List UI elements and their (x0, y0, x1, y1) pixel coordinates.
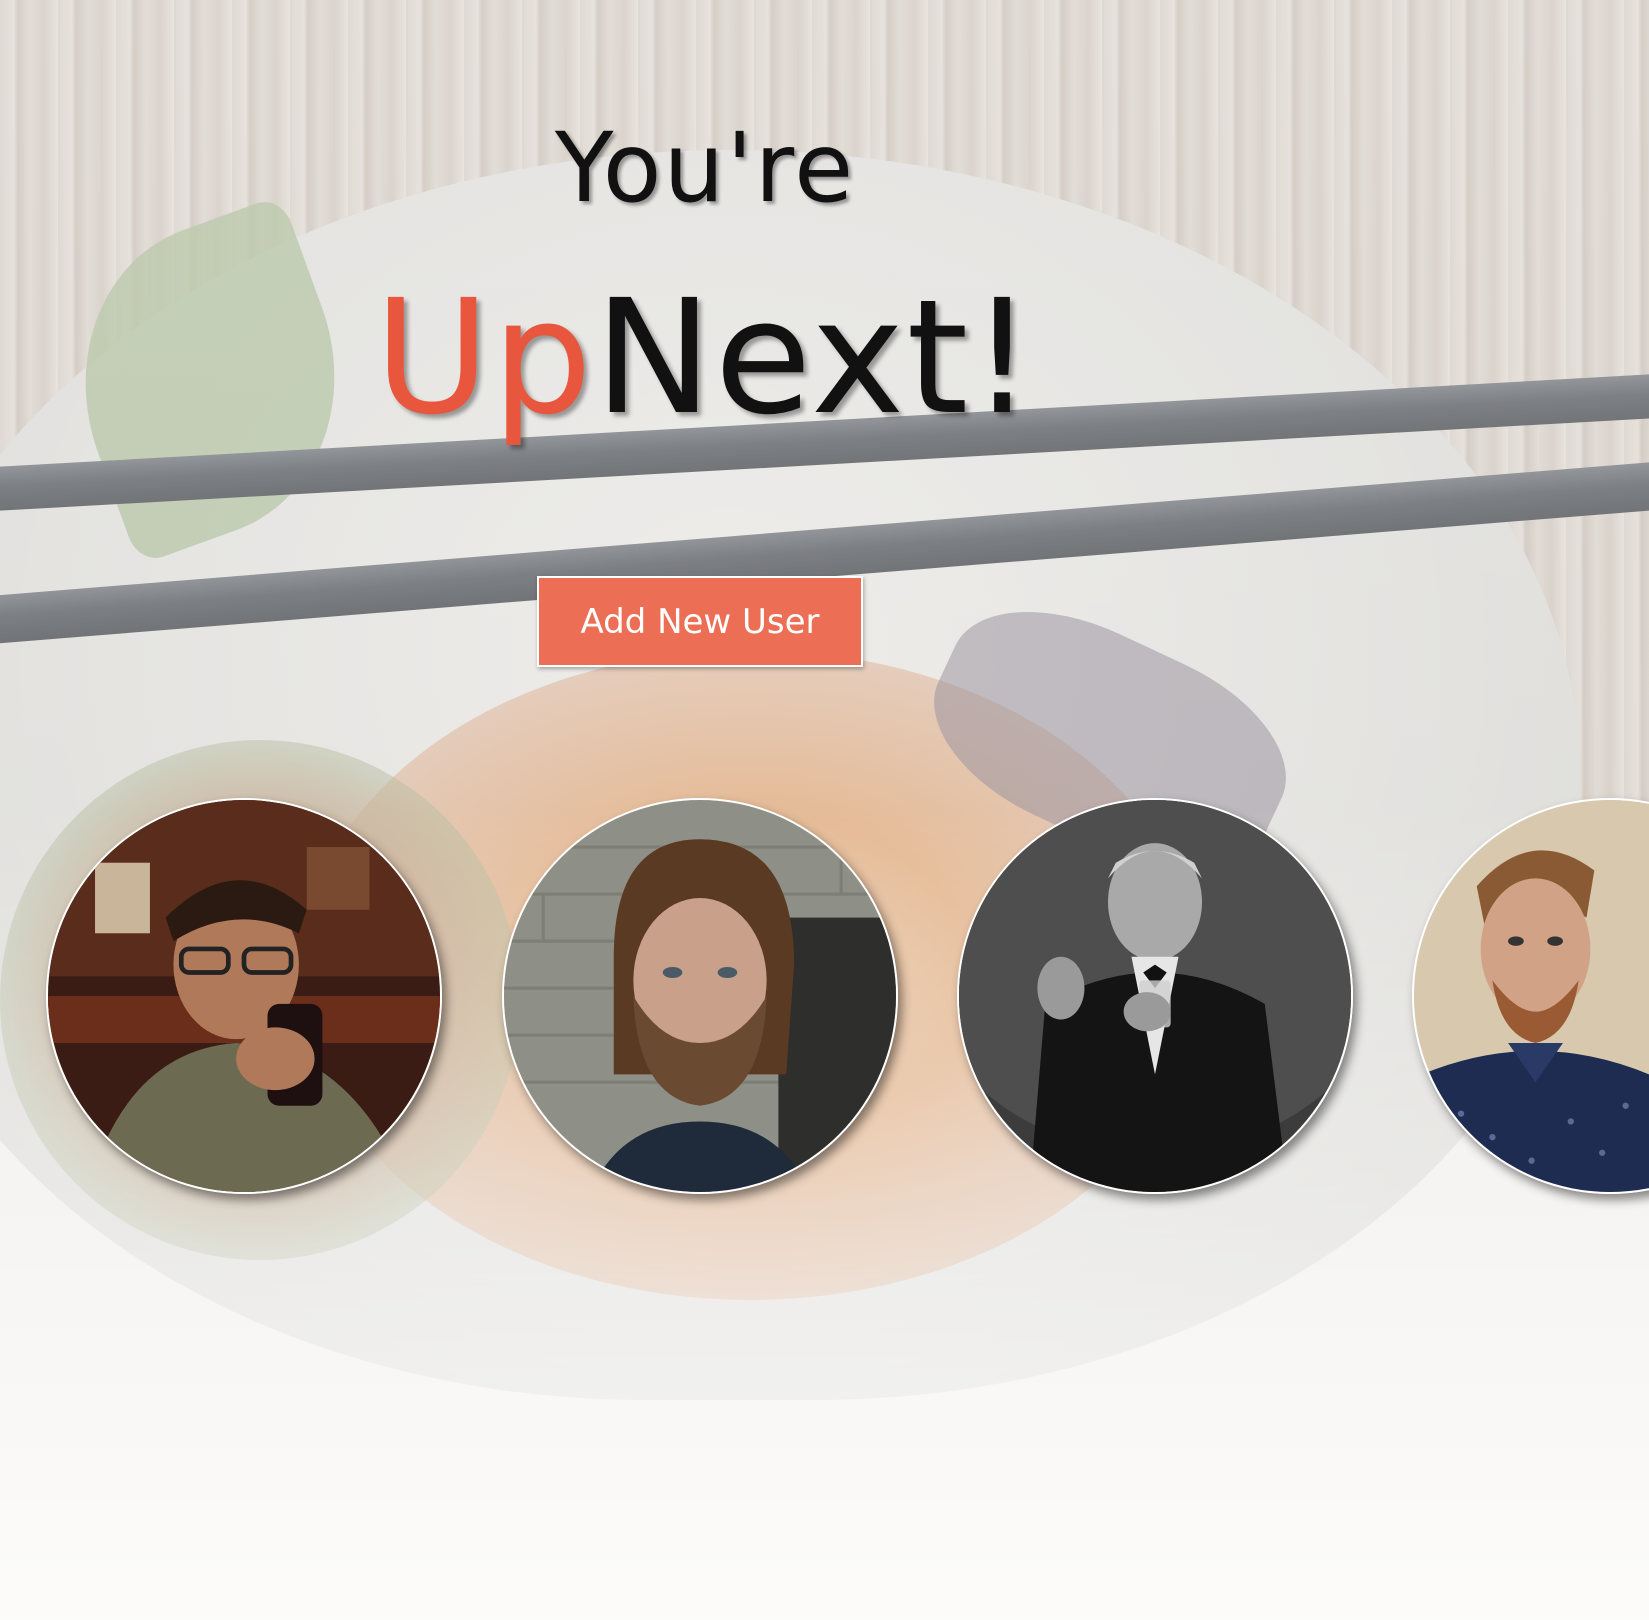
user-avatar[interactable] (1412, 798, 1649, 1194)
user-avatar-list (0, 798, 1649, 1198)
user-avatar[interactable] (502, 798, 898, 1194)
user-photo (959, 800, 1351, 1192)
user-photo (1414, 800, 1649, 1192)
brand-title: UpNext! (0, 278, 1410, 438)
brand-title-up: Up (374, 266, 595, 450)
user-photo (48, 800, 440, 1192)
add-new-user-button[interactable]: Add New User (537, 576, 863, 667)
user-avatar[interactable] (957, 798, 1353, 1194)
page: You're UpNext! Add New User (0, 0, 1649, 1620)
brand-title-next: Next! (594, 266, 1036, 450)
user-avatar[interactable] (46, 798, 442, 1194)
user-photo (504, 800, 896, 1192)
heading-youre: You're (554, 112, 856, 224)
